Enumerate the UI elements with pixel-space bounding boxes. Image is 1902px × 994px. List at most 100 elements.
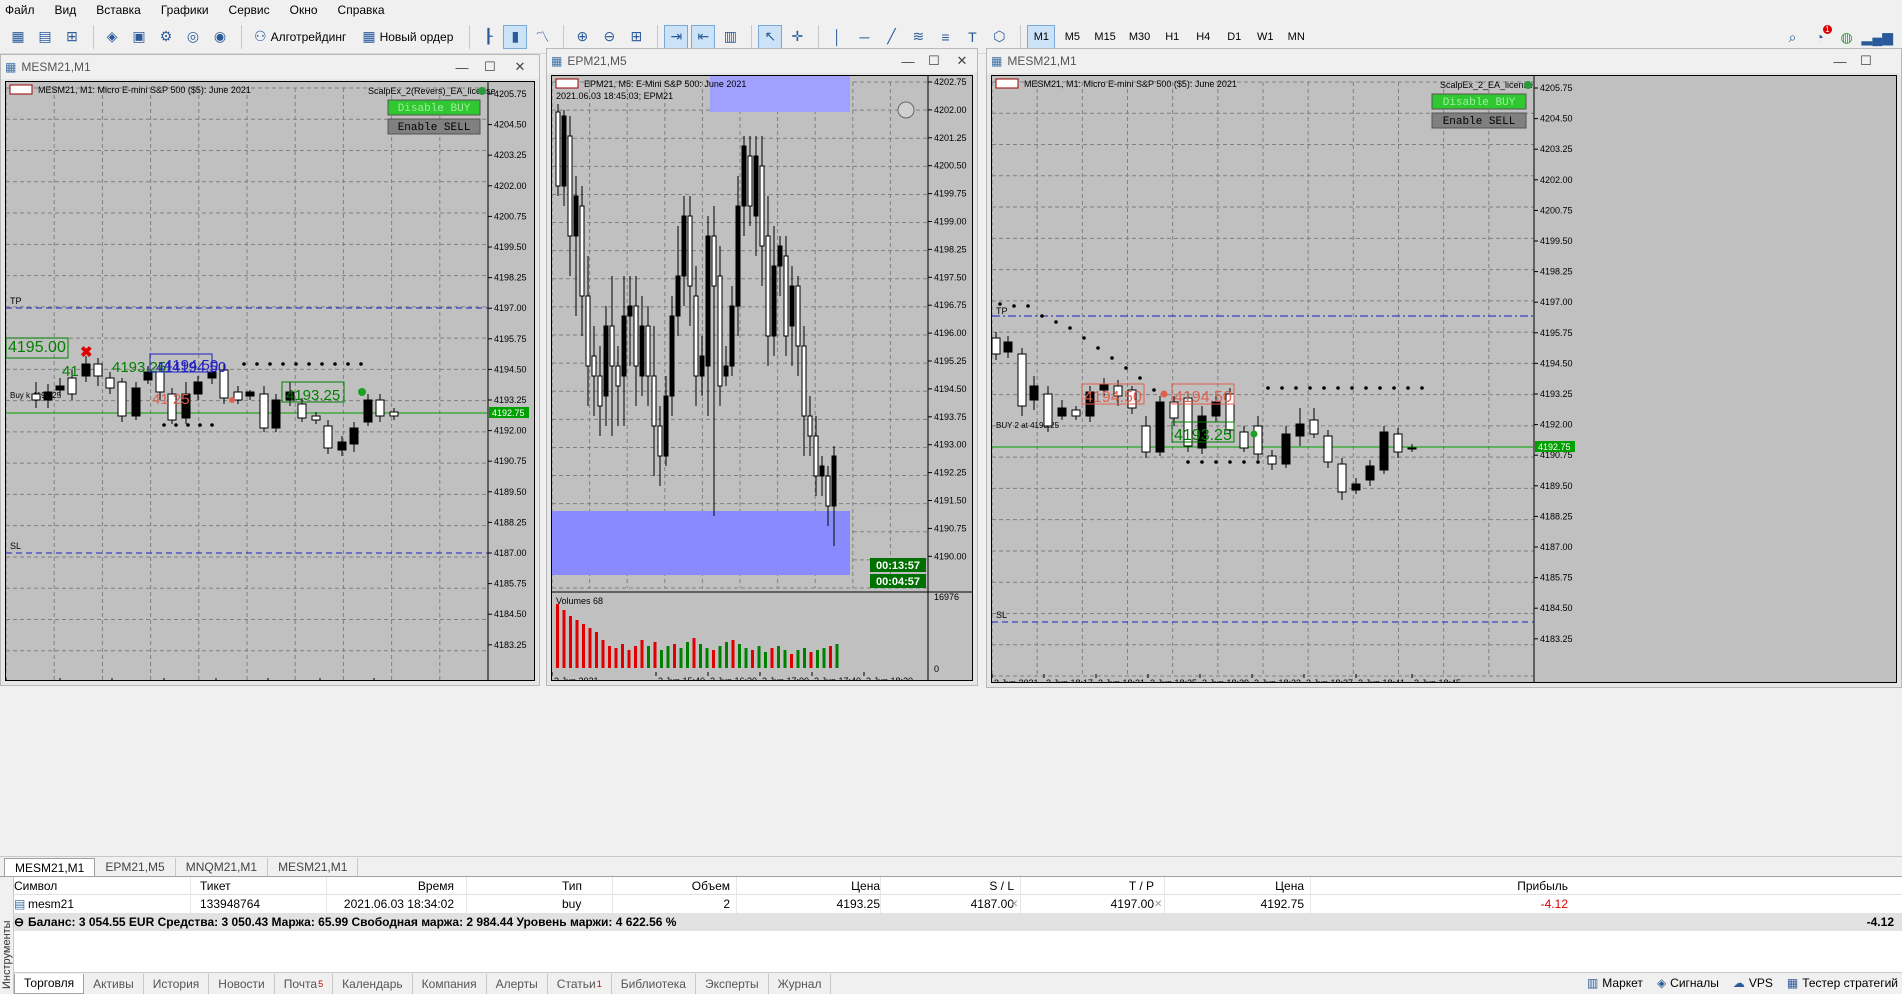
timeframe-m1[interactable]: M1 [1027, 24, 1056, 49]
strategy-tester-icon[interactable]: ⚙ [154, 25, 178, 49]
fibo-icon[interactable]: ≡ [933, 25, 957, 49]
toolbox-tab-8[interactable]: Статьи 1 [548, 973, 612, 994]
chart-tab-2[interactable]: MNQM21,M1 [176, 858, 269, 876]
indicators-icon[interactable]: ▥ [718, 25, 742, 49]
toolbox-link-1[interactable]: ◈ Сигналы [1657, 976, 1719, 990]
toolbox-tab-7[interactable]: Алерты [487, 973, 548, 994]
timeframe-d1[interactable]: D1 [1220, 25, 1248, 49]
minimize-button[interactable]: — [895, 49, 921, 73]
menu-item-0[interactable]: Файл [5, 3, 35, 17]
menu-item-4[interactable]: Сервис [229, 3, 270, 17]
col-header-7[interactable]: T / P [1034, 877, 1154, 895]
menu-item-1[interactable]: Вид [55, 3, 77, 17]
disable-buy-button[interactable]: Disable BUY [387, 99, 481, 116]
chart-shift-icon[interactable]: ⇤ [691, 24, 716, 49]
tile-windows-icon[interactable]: ⊞ [624, 25, 648, 49]
maximize-button[interactable]: ☐ [1853, 49, 1879, 73]
sl-remove-icon[interactable]: ✕ [1010, 895, 1018, 913]
account-icon[interactable]: ◍ [1835, 25, 1859, 49]
candlestick-icon[interactable]: ▮ [503, 24, 528, 49]
toolbox-tab-6[interactable]: Компания [413, 973, 487, 994]
menu-item-2[interactable]: Вставка [96, 3, 141, 17]
chart-window-mesm21-2[interactable]: ▦ MESM21,M1 — ☐ 4205.75 4204.50 4203.25 4202… [986, 48, 1902, 688]
signals-icon[interactable]: ◎ [181, 25, 205, 49]
toolbox-tab-0[interactable]: Торговля [14, 973, 85, 994]
menu-item-6[interactable]: Справка [338, 3, 385, 17]
chart-window-epm21[interactable]: ▦ EPM21,M5 — ☐ ✕ 4202.75 4202.00 4201.25 420… [546, 48, 978, 686]
navigator-icon[interactable]: ◈ [100, 25, 124, 49]
tp-remove-icon[interactable]: ✕ [1154, 895, 1162, 913]
col-header-5[interactable]: Цена [744, 877, 880, 895]
window-title-bar[interactable]: ▦ MESM21,M1 [987, 49, 1901, 73]
col-header-2[interactable]: Время [314, 877, 454, 895]
col-header-1[interactable]: Тикет [200, 877, 320, 895]
signal-bars-icon[interactable]: ▂▄▆ [1862, 25, 1893, 49]
autoscroll-icon[interactable]: ⇥ [664, 24, 689, 49]
toolbox-tab-3[interactable]: Новости [209, 973, 275, 994]
new-chart-icon[interactable]: ▦ [6, 25, 30, 49]
timeframe-m15[interactable]: M15 [1089, 25, 1120, 49]
chart-area[interactable]: 4205.75 4204.50 4203.25 4202.00 4200.75 4199.… [991, 75, 1897, 683]
toolbox-link-3[interactable]: ▦ Тестер стратегий [1787, 976, 1898, 990]
clock-icon[interactable] [897, 101, 915, 119]
alerts-icon[interactable]: ◔ 1 [1808, 25, 1832, 49]
chart-tab-1[interactable]: EPM21,M5 [95, 858, 176, 876]
chart-tab-3[interactable]: MESM21,M1 [268, 858, 359, 876]
toolbox-tab-4[interactable]: Почта 5 [275, 973, 334, 994]
zoom-out-icon[interactable]: ⊖ [597, 25, 621, 49]
bar-chart-icon[interactable]: ┠ [476, 25, 500, 49]
channel-icon[interactable]: ≋ [906, 25, 930, 49]
col-header-9[interactable]: Прибыль [1444, 877, 1568, 895]
text-icon[interactable]: T [960, 25, 984, 49]
toolbox-tab-11[interactable]: Журнал [769, 973, 832, 994]
table-row[interactable]: ▤ mesm21 133948764 2021.06.03 18:34:02 buy 2 4… [14, 895, 1902, 913]
timeframe-h4[interactable]: H4 [1189, 25, 1217, 49]
toolbox-link-2[interactable]: ☁ VPS [1733, 976, 1773, 990]
timeframe-h1[interactable]: H1 [1158, 25, 1186, 49]
menu-item-5[interactable]: Окно [290, 3, 318, 17]
profiles-icon[interactable]: ▤ [33, 25, 57, 49]
line-chart-icon[interactable]: 〽 [530, 25, 554, 49]
maximize-button[interactable]: ☐ [477, 55, 503, 79]
new-order-button[interactable]: ▦ Новый ордер [356, 25, 459, 49]
timeframe-m5[interactable]: M5 [1058, 25, 1086, 49]
chart-window-mesm21-1[interactable]: ▦ MESM21,M1 — ☐ ✕ 4205.75 4204.50 4203.25 42… [0, 54, 540, 686]
disable-buy-button[interactable]: Disable BUY [1431, 93, 1527, 110]
timeframe-w1[interactable]: W1 [1251, 25, 1279, 49]
collapse-icon[interactable]: ⊖ [14, 913, 26, 931]
toolbox-tab-9[interactable]: Библиотека [612, 973, 696, 994]
chart-tab-0[interactable]: MESM21,M1 [4, 858, 96, 876]
close-button[interactable]: ✕ [949, 49, 975, 73]
search-icon[interactable]: ⌕ [1781, 25, 1805, 49]
algotrading-button[interactable]: ⚇ Алготрейдинг [248, 25, 352, 49]
enable-sell-button[interactable]: Enable SELL [1431, 112, 1527, 129]
timeframe-m30[interactable]: M30 [1124, 25, 1155, 49]
data-window-icon[interactable]: ◉ [208, 25, 232, 49]
crosshair-icon[interactable]: ✛ [785, 25, 809, 49]
minimize-button[interactable]: — [449, 55, 475, 79]
col-header-3[interactable]: Тип [562, 877, 622, 895]
col-header-0[interactable]: Символ [14, 877, 184, 895]
enable-sell-button[interactable]: Enable SELL [387, 118, 481, 135]
col-header-6[interactable]: S / L [894, 877, 1014, 895]
toolbox-link-0[interactable]: ▥ Маркет [1587, 976, 1643, 990]
chart-area[interactable]: 4202.75 4202.00 4201.25 4200.50 4199.75 4199.… [551, 75, 973, 681]
terminal-icon[interactable]: ▣ [127, 25, 151, 49]
trendline-icon[interactable]: ╱ [879, 25, 903, 49]
vertical-line-icon[interactable]: │ [825, 25, 849, 49]
shapes-icon[interactable]: ⬡ [987, 25, 1011, 49]
timeframe-mn[interactable]: MN [1282, 25, 1310, 49]
close-button[interactable]: ✕ [507, 55, 533, 79]
cursor-icon[interactable]: ↖ [758, 24, 783, 49]
toolbox-tab-10[interactable]: Эксперты [696, 973, 769, 994]
minimize-button[interactable]: — [1827, 49, 1853, 73]
horizontal-line-icon[interactable]: ─ [852, 25, 876, 49]
zoom-in-icon[interactable]: ⊕ [570, 25, 594, 49]
toolbox-tab-2[interactable]: История [144, 973, 210, 994]
toolbox-tab-5[interactable]: Календарь [333, 973, 413, 994]
maximize-button[interactable]: ☐ [921, 49, 947, 73]
chart-area[interactable]: 4205.75 4204.50 4203.25 4202.00 4200.75 4199.… [5, 81, 535, 681]
toolbox-tab-1[interactable]: Активы [84, 973, 144, 994]
col-header-8[interactable]: Цена [1174, 877, 1304, 895]
col-header-4[interactable]: Объем [614, 877, 730, 895]
